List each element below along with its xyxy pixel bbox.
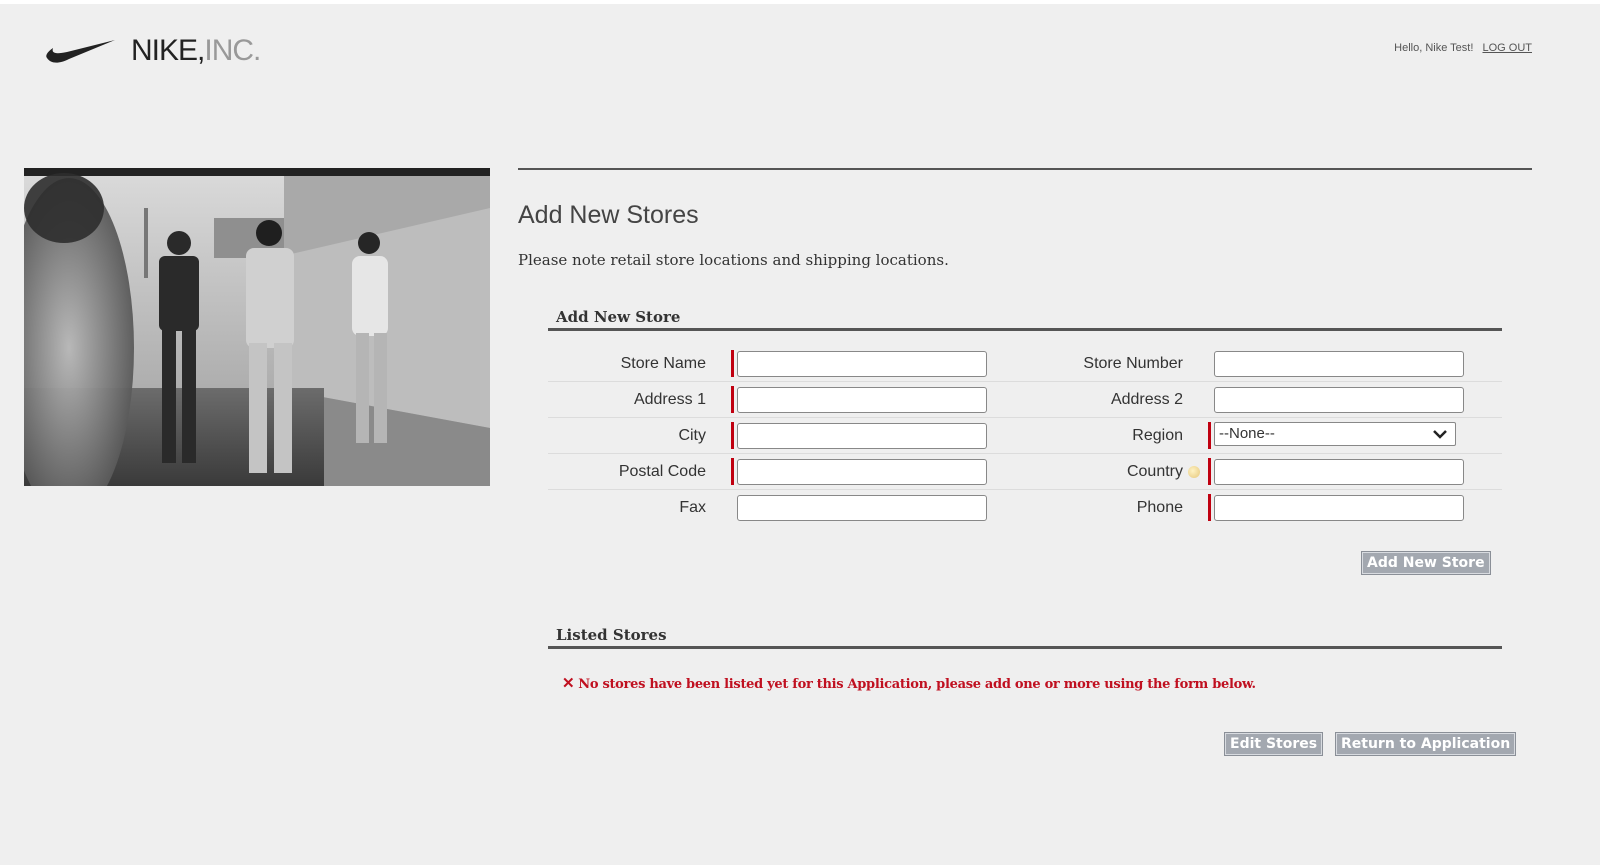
fax-label: Fax <box>679 498 706 516</box>
edit-stores-button[interactable]: Edit Stores <box>1224 732 1324 756</box>
main-content: Add New Stores Please note retail store … <box>518 168 1532 269</box>
return-to-application-button[interactable]: Return to Application <box>1335 732 1517 756</box>
store-name-input[interactable] <box>737 351 987 377</box>
required-indicator <box>731 422 734 449</box>
phone-label: Phone <box>1136 498 1183 516</box>
country-label: Country <box>1126 462 1183 480</box>
phone-input[interactable] <box>1214 495 1464 521</box>
required-indicator <box>1208 494 1211 521</box>
hero-photo <box>24 168 490 486</box>
region-select[interactable]: --None-- <box>1214 422 1456 446</box>
error-x-icon: ✕ <box>562 674 575 692</box>
add-new-store-button[interactable]: Add New Store <box>1361 551 1491 575</box>
add-store-section-header: Add New Store <box>548 308 1502 331</box>
required-indicator <box>1208 458 1211 485</box>
address2-label: Address 2 <box>1110 390 1183 408</box>
address2-input[interactable] <box>1214 387 1464 413</box>
user-greeting: Hello, Nike Test! LOG OUT <box>1394 42 1532 54</box>
no-stores-error: ✕ No stores have been listed yet for this… <box>562 674 1256 692</box>
form-row: Address 1 Address 2 <box>548 382 1502 418</box>
top-edge <box>0 0 1600 4</box>
store-name-label: Store Name <box>620 354 706 372</box>
hero-image <box>24 168 490 486</box>
logo-text: NIKE,INC. <box>131 34 261 67</box>
postal-code-input[interactable] <box>737 459 987 485</box>
region-selected-value: --None-- <box>1219 425 1275 442</box>
listed-stores-section-header: Listed Stores <box>548 626 1502 649</box>
store-number-label: Store Number <box>1083 354 1183 372</box>
city-input[interactable] <box>737 423 987 449</box>
city-label: City <box>678 426 706 444</box>
required-indicator <box>731 350 734 377</box>
required-indicator <box>1208 422 1211 449</box>
form-row: City Region --None-- <box>548 418 1502 454</box>
fax-input[interactable] <box>737 495 987 521</box>
help-icon[interactable] <box>1188 466 1200 478</box>
address1-input[interactable] <box>737 387 987 413</box>
greeting-text: Hello, Nike Test! <box>1394 42 1474 54</box>
chevron-down-icon <box>1433 430 1447 439</box>
nike-logo[interactable]: NIKE,INC. <box>45 34 261 68</box>
main-divider <box>518 168 1532 170</box>
swoosh-icon <box>46 40 115 63</box>
page-title: Add New Stores <box>518 201 699 229</box>
form-row: Store Name Store Number <box>548 346 1502 382</box>
add-store-form: Store Name Store Number Address 1 Addres… <box>548 346 1502 525</box>
page-subtitle: Please note retail store locations and s… <box>518 251 949 269</box>
address1-label: Address 1 <box>633 390 706 408</box>
store-number-input[interactable] <box>1214 351 1464 377</box>
error-message-text: No stores have been listed yet for this … <box>578 677 1256 692</box>
postal-code-label: Postal Code <box>618 462 706 480</box>
required-indicator <box>731 458 734 485</box>
region-label: Region <box>1132 426 1183 444</box>
form-row: Fax Phone <box>548 490 1502 525</box>
required-indicator <box>731 386 734 413</box>
country-input[interactable] <box>1214 459 1464 485</box>
form-row: Postal Code Country <box>548 454 1502 490</box>
logout-link[interactable]: LOG OUT <box>1482 42 1532 54</box>
